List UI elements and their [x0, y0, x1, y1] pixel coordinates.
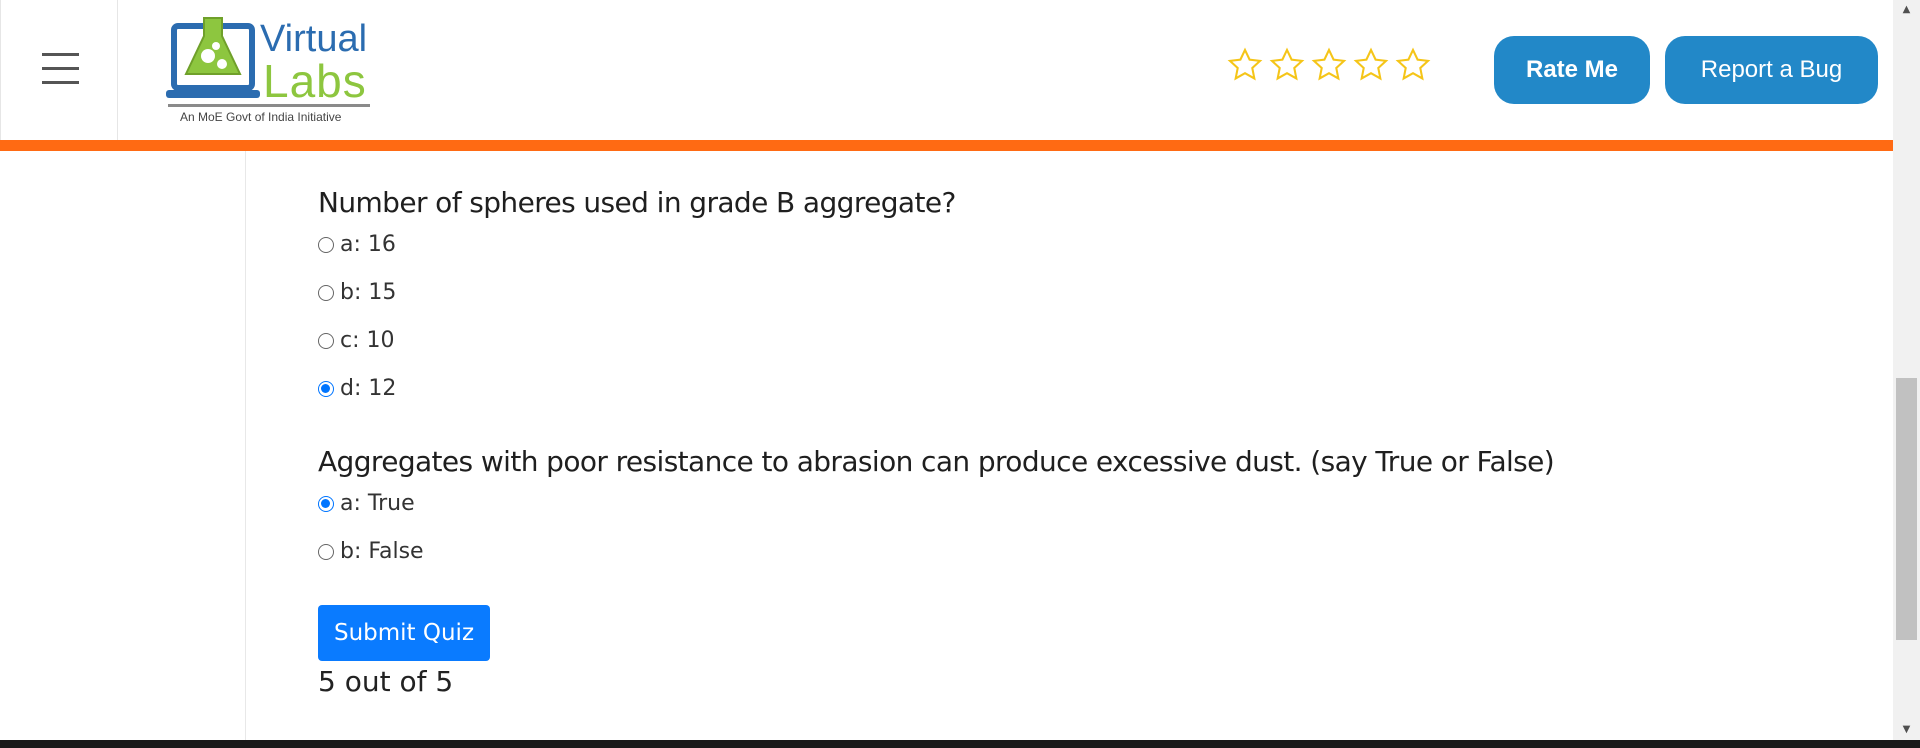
rate-me-button[interactable]: Rate Me: [1494, 36, 1650, 104]
q2-option-b[interactable]: b: False: [318, 539, 424, 564]
star-icon[interactable]: [1310, 46, 1348, 84]
option-label: d: 12: [340, 376, 397, 401]
rating-stars: [1226, 46, 1432, 84]
q1-option-a[interactable]: a: 16: [318, 232, 396, 257]
star-icon[interactable]: [1226, 46, 1264, 84]
site-header: Virtual Labs An MoE Govt of India Initia…: [0, 0, 1893, 140]
submit-quiz-button[interactable]: Submit Quiz: [318, 605, 490, 661]
hamburger-menu-button[interactable]: [0, 0, 118, 140]
question-2-text: Aggregates with poor resistance to abras…: [318, 445, 1555, 478]
virtual-labs-logo[interactable]: Virtual Labs An MoE Govt of India Initia…: [160, 6, 380, 130]
q1-option-c[interactable]: c: 10: [318, 328, 395, 353]
logo-tagline: An MoE Govt of India Initiative: [180, 110, 342, 124]
scroll-down-arrow-icon[interactable]: ▼: [1893, 720, 1920, 740]
radio-button-selected[interactable]: [318, 495, 334, 512]
radio-button[interactable]: [318, 332, 334, 349]
radio-button[interactable]: [318, 284, 334, 301]
option-label: a: 16: [340, 232, 396, 257]
menu-bar-bottom: [42, 81, 79, 84]
radio-button[interactable]: [318, 236, 334, 253]
question-1-text: Number of spheres used in grade B aggreg…: [318, 186, 956, 219]
quiz-score: 5 out of 5: [318, 665, 454, 698]
menu-bar-top: [42, 53, 79, 56]
option-label: b: 15: [340, 280, 397, 305]
report-bug-button[interactable]: Report a Bug: [1665, 36, 1878, 104]
logo-divider: [168, 104, 370, 107]
header-accent-bar: [0, 140, 1893, 151]
radio-button-selected[interactable]: [318, 380, 334, 397]
q2-option-a[interactable]: a: True: [318, 491, 415, 516]
logo-word-labs: Labs: [263, 55, 367, 107]
scroll-up-arrow-icon[interactable]: ▲: [1893, 0, 1920, 20]
star-icon[interactable]: [1268, 46, 1306, 84]
bottom-edge: [0, 740, 1920, 748]
quiz-content: Number of spheres used in grade B aggreg…: [245, 151, 1893, 740]
option-label: c: 10: [340, 328, 395, 353]
flask-laptop-icon: [166, 17, 260, 98]
q1-option-d[interactable]: d: 12: [318, 376, 396, 401]
menu-bar-middle: [42, 67, 79, 70]
vertical-scrollbar[interactable]: ▲ ▼: [1893, 0, 1920, 740]
option-label: b: False: [340, 539, 424, 564]
option-label: a: True: [340, 491, 415, 516]
star-icon[interactable]: [1352, 46, 1390, 84]
scrollbar-thumb[interactable]: [1896, 378, 1917, 640]
radio-button[interactable]: [318, 543, 334, 560]
q1-option-b[interactable]: b: 15: [318, 280, 396, 305]
star-icon[interactable]: [1394, 46, 1432, 84]
